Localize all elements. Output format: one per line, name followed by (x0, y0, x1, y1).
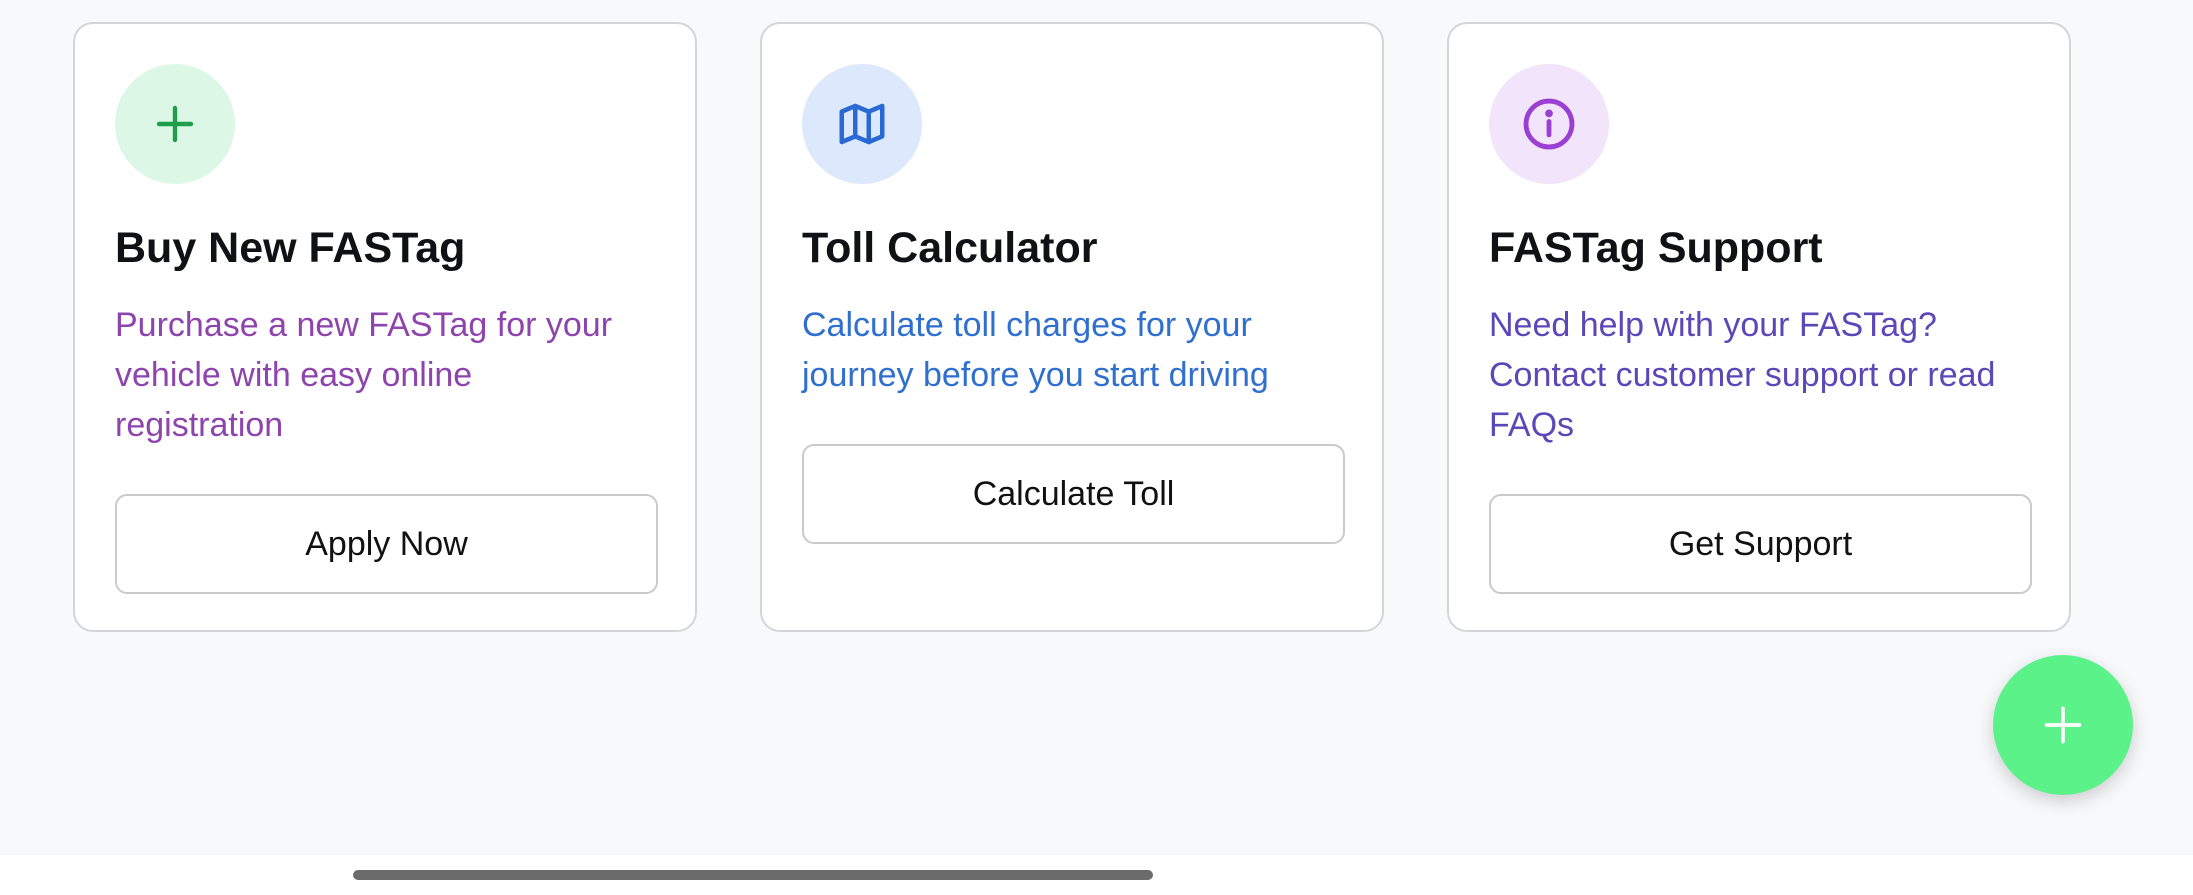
toll-calculator-description: Calculate toll charges for your journey … (802, 306, 1269, 394)
fastag-support-icon-badge (1489, 64, 1609, 184)
fastag-support-title: FASTag Support (1489, 224, 1823, 272)
buy-fastag-icon-badge (115, 64, 235, 184)
info-icon (1523, 98, 1575, 150)
map-icon (839, 103, 885, 145)
toll-calculator-icon-badge (802, 64, 922, 184)
toll-calculator-card: Toll Calculator Calculate toll charges f… (760, 22, 1384, 632)
buy-fastag-card: Buy New FASTag Purchase a new FASTag for… (73, 22, 697, 632)
toll-calculator-title: Toll Calculator (802, 224, 1098, 272)
main-content: Buy New FASTag Purchase a new FASTag for… (0, 0, 2193, 855)
apply-now-button[interactable]: Apply Now (115, 494, 658, 594)
plus-icon (2044, 706, 2082, 744)
plus-icon (156, 105, 194, 143)
fastag-support-description: Need help with your FASTag? Contact cust… (1489, 306, 1996, 444)
buy-fastag-title: Buy New FASTag (115, 224, 466, 272)
horizontal-scrollbar-thumb[interactable] (353, 870, 1153, 880)
calculate-toll-button[interactable]: Calculate Toll (802, 444, 1345, 544)
get-support-button[interactable]: Get Support (1489, 494, 2032, 594)
floating-add-button[interactable] (1993, 655, 2133, 795)
fastag-support-card: FASTag Support Need help with your FASTa… (1447, 22, 2071, 632)
buy-fastag-description: Purchase a new FASTag for your vehicle w… (115, 306, 613, 444)
